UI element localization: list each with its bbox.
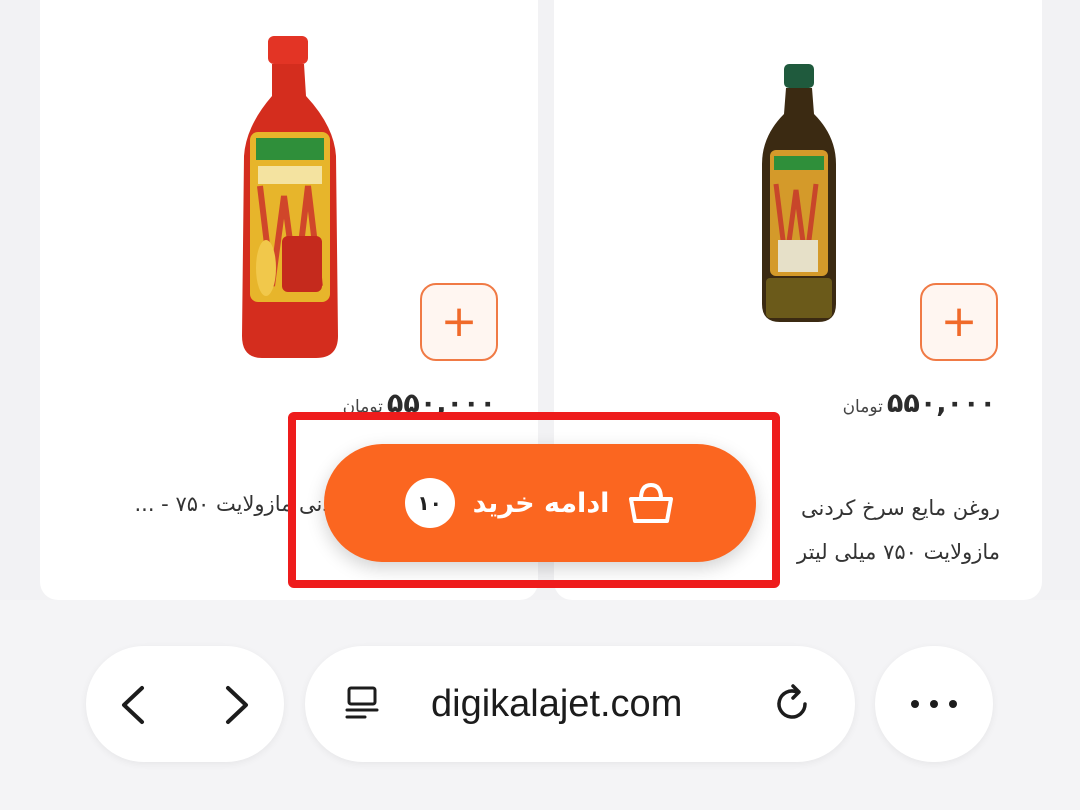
address-bar[interactable]: digikalajet.com [305, 646, 855, 762]
highlight-box [288, 412, 780, 588]
forward-icon[interactable] [222, 684, 252, 726]
reader-icon[interactable] [343, 684, 383, 724]
more-icon [911, 700, 957, 708]
more-options-button[interactable] [875, 646, 993, 762]
product-price-right: ۵۵۰,۰۰۰تومان [842, 388, 996, 419]
reload-icon[interactable] [771, 682, 815, 726]
back-icon[interactable] [118, 684, 148, 726]
plus-icon: + [440, 296, 478, 347]
browser-nav-group [86, 646, 284, 762]
add-to-cart-button-left[interactable]: + [420, 283, 498, 361]
url-text[interactable]: digikalajet.com [431, 646, 682, 762]
plus-icon: + [940, 296, 978, 347]
product-image-dark-bottle[interactable] [758, 64, 840, 326]
add-to-cart-button-right[interactable]: + [920, 283, 998, 361]
product-image-red-bottle[interactable] [236, 36, 346, 362]
